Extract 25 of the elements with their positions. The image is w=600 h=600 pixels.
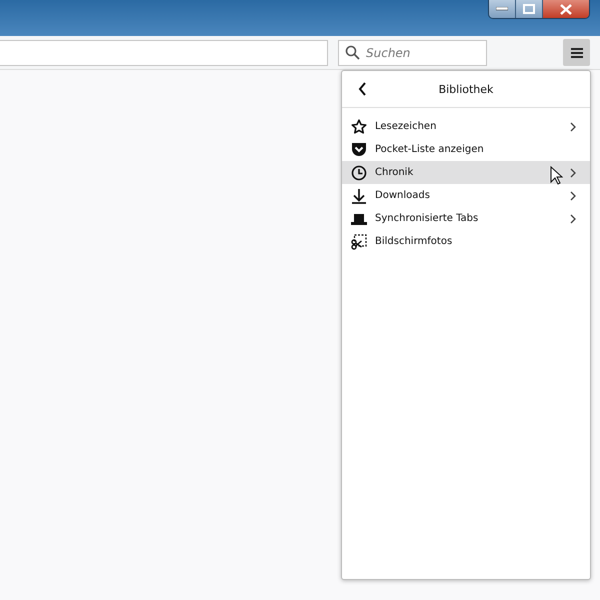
address-field[interactable] — [0, 40, 328, 66]
close-icon — [559, 4, 573, 14]
menu-item[interactable]: Downloads — [342, 184, 590, 207]
menu-item[interactable]: Pocket-Liste anzeigen — [342, 138, 590, 161]
menu-item[interactable]: Synchronisierte Tabs — [342, 207, 590, 230]
menu-item[interactable]: Bildschirmfotos — [342, 230, 590, 253]
minimize-button[interactable] — [489, 0, 516, 18]
laptop-icon — [351, 212, 367, 224]
close-button[interactable] — [543, 0, 589, 18]
download-icon — [351, 188, 367, 204]
maximize-button[interactable] — [516, 0, 543, 18]
mouse-cursor-icon — [550, 166, 563, 185]
menu-item[interactable]: Lesezeichen — [342, 115, 590, 138]
scissors-icon — [351, 234, 367, 250]
minimize-icon — [496, 7, 508, 11]
pocket-icon — [351, 142, 367, 157]
menu-button[interactable] — [563, 39, 590, 66]
menu-item[interactable]: Chronik — [342, 161, 590, 184]
clock-icon — [351, 164, 367, 180]
star-icon — [351, 118, 367, 134]
search-icon — [345, 44, 360, 60]
search-field[interactable]: Suchen — [338, 40, 487, 66]
panel-title: Bibliothek — [438, 82, 494, 96]
menu-icon — [570, 46, 582, 58]
maximize-icon — [523, 4, 535, 14]
